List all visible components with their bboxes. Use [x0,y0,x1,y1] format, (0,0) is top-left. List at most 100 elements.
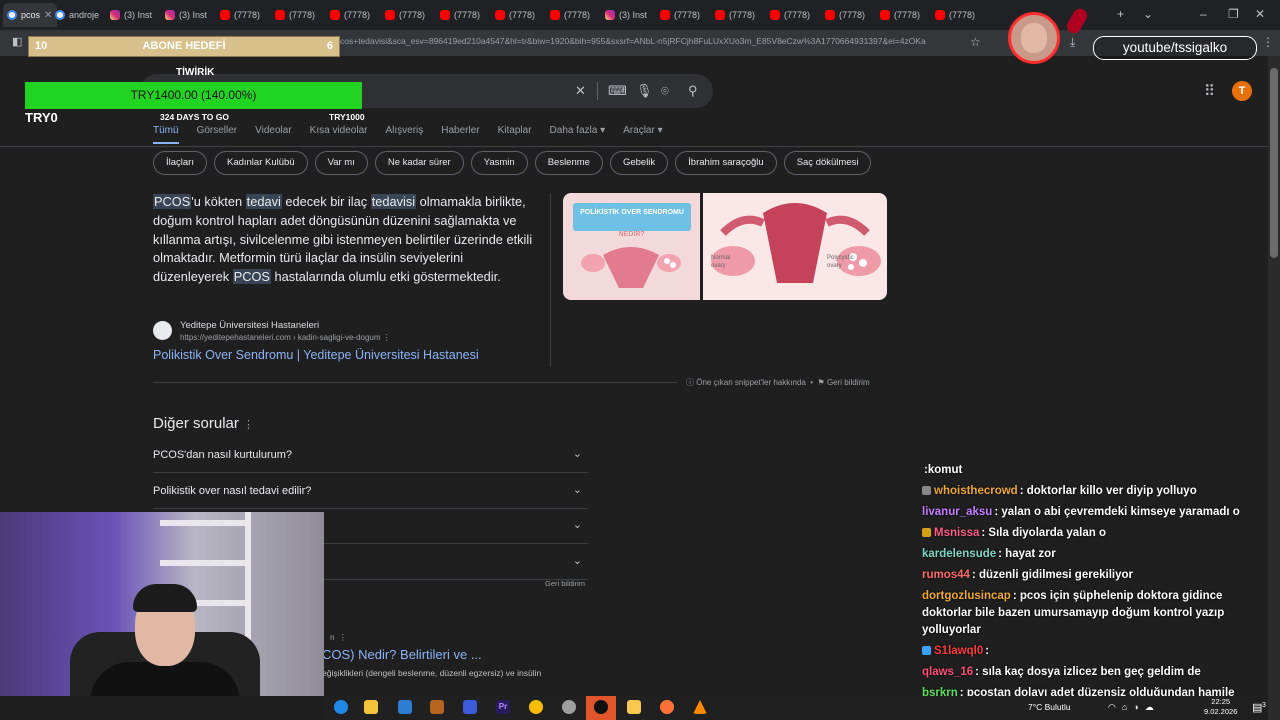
refinement-chip[interactable]: İlaçları [153,151,207,175]
mail-icon[interactable] [398,700,412,714]
weather-widget[interactable]: 7°C Bulutlu [1028,702,1071,712]
search-tab[interactable]: Tümü [153,125,179,144]
browser-tab[interactable]: (7778) [220,3,270,27]
account-avatar[interactable]: T [1232,81,1252,101]
browser-tab[interactable]: (7778) [660,3,710,27]
refinement-chip[interactable]: Gebelik [609,151,669,175]
snippet-text: edecek bir ilaç [281,194,371,209]
browser-tab[interactable]: androje [55,3,105,27]
browser-tab[interactable]: (7778) [880,3,930,27]
close-window-button[interactable]: ✕ [1255,7,1265,21]
apps-grid-icon[interactable]: ⠿ [1204,82,1215,100]
chat-text: :komut [924,464,963,476]
firefox-icon[interactable] [660,700,674,714]
image-label: ovary [827,263,842,269]
feedback-link[interactable]: Geri bildirim [827,378,870,387]
premiere-icon[interactable]: Pr [496,700,510,714]
result-link[interactable]: Polikistik Over Sendromu | Yeditepe Üniv… [153,348,479,362]
browser-tab[interactable]: (7778) [275,3,325,27]
app-icon[interactable] [562,700,576,714]
sidebar-toggle-icon[interactable]: ◧ [12,35,22,48]
search-tab[interactable]: Videolar [255,125,292,144]
source-url-text: https://yeditepehastaneleri.com › kadin-… [180,333,381,342]
result-source: n ⋮ [330,633,347,642]
search-tab[interactable]: Kitaplar [498,125,532,144]
featured-snippet-text: PCOS'u kökten tedavi edecek bir ilaç ted… [153,193,537,287]
paa-question[interactable]: PCOS'dan nasıl kurtulurum? ⌄ [153,437,588,473]
browser-tab[interactable]: (3) Inst [165,3,215,27]
refinement-chip[interactable]: İbrahim saraçoğlu [675,151,777,175]
result-link[interactable]: COS) Nedir? Belirtileri ve ... [322,647,482,662]
system-clock[interactable]: 22:25 9.02.2026 [1204,697,1237,717]
browser-tab[interactable]: (7778) [715,3,765,27]
refinement-chip[interactable]: Var mı [314,151,368,175]
more-options-icon[interactable]: ⋮ [243,419,254,431]
bookmark-star-icon[interactable]: ☆ [970,35,981,49]
browser-tab[interactable]: (7778) [550,3,600,27]
about-snippets-link[interactable]: Öne çıkan snippet'ler hakkında [696,378,806,387]
clear-icon[interactable]: ✕ [575,83,586,99]
search-tab[interactable]: Alışveriş [385,125,423,144]
search-tab[interactable]: Araçlar ▾ [623,125,662,144]
search-tab[interactable]: Kısa videolar [310,125,368,144]
maximize-button[interactable]: ❐ [1228,7,1239,21]
refinement-chip[interactable]: Beslenme [534,151,603,175]
refinement-chip[interactable]: Kadınlar Kulübü [213,151,308,175]
system-tray-icons[interactable]: ◠⌂◑☁ [1108,702,1160,713]
search-tab[interactable]: Haberler [441,125,479,144]
calculator-icon[interactable] [364,700,378,714]
obs-icon[interactable] [594,700,608,714]
streamer-body [90,662,240,696]
search-icon[interactable]: ⚲ [688,83,698,99]
image-label: Polycystic [827,255,854,261]
feedback-link[interactable]: Geri bildirim [545,579,585,588]
new-tab-button[interactable]: + [1117,7,1124,21]
browser-tab[interactable]: (7778) [385,3,435,27]
refinement-chip[interactable]: Yasmin [470,151,528,175]
more-options-icon[interactable]: ⋮ [339,633,347,642]
browser-tab[interactable]: (7778) [440,3,490,27]
file-explorer-icon[interactable] [627,700,641,714]
browser-tab[interactable]: (7778) [770,3,820,27]
lens-icon[interactable]: ⌾ [661,83,669,99]
browser-tab[interactable]: (3) Inst [110,3,160,27]
browser-tab[interactable]: (7778) [825,3,875,27]
edge-icon[interactable] [334,700,348,714]
close-tab-icon[interactable]: ✕ [44,10,52,21]
snippet-image-ovary[interactable]: Normal ovary Polycystic ovary [703,193,887,300]
scrollbar-thumb[interactable] [1270,68,1278,258]
tab-search-icon[interactable]: ⌄ [1143,7,1153,21]
result-description: eğişiklikleri (dengeli beslenme, düzenli… [322,668,542,678]
chat-text: : sıla kaç dosya izlicez ben geç geldim … [975,666,1201,678]
url-field[interactable]: cos+tedavisi&sca_esv=896419ed210a4547&hl… [340,36,960,46]
chat-message: whoisthecrowd: doktorlar killo ver diyip… [922,483,1258,500]
chat-text: : [985,645,990,657]
chat-message: rumos44: düzenli gidilmesi gerekiliyor [922,567,1258,584]
microphone-icon[interactable]: 🎙 [636,83,653,99]
refinement-chip[interactable]: Saç dökülmesi [783,151,872,175]
keyboard-icon[interactable]: ⌨ [608,83,627,99]
tab-strip: pcos ✕ androje (3) Inst (3) Inst (7778) (7778)… [0,0,1280,30]
snippet-image-pcos[interactable]: POLİKİSTİK OVER SENDROMU NEDİR? [563,193,700,300]
minimize-button[interactable]: – [1200,7,1207,21]
app-icon[interactable] [463,700,477,714]
search-tab[interactable]: Daha fazla ▾ [550,125,606,144]
search-nav-tabs: Tümü Görseller Videolar Kısa videolar Alışve… [153,125,681,144]
tab-label: (7778) [949,10,976,20]
chevron-down-icon: ⌄ [572,519,582,531]
refinement-chip[interactable]: Ne kadar sürer [374,151,464,175]
app-icon[interactable] [430,700,444,714]
search-tab[interactable]: Görseller [197,125,238,144]
chat-message: :komut [922,462,1258,479]
browser-tab[interactable]: pcos ✕ [3,3,57,27]
download-icon[interactable]: ⤓ [1070,35,1075,50]
paa-question[interactable]: Polikistik over nasıl tedavi edilir? ⌄ [153,473,588,509]
browser-tab[interactable]: (7778) [495,3,545,27]
notification-icon[interactable]: ▤ [1252,701,1262,714]
browser-tab[interactable]: (7778) [330,3,380,27]
browser-tab[interactable]: (3) Inst [605,3,655,27]
menu-icon[interactable]: ⋮ [1262,35,1274,49]
browser-tab[interactable]: (7778) [935,3,985,27]
more-options-icon[interactable]: ⋮ [383,333,391,342]
chrome-icon[interactable] [529,700,543,714]
